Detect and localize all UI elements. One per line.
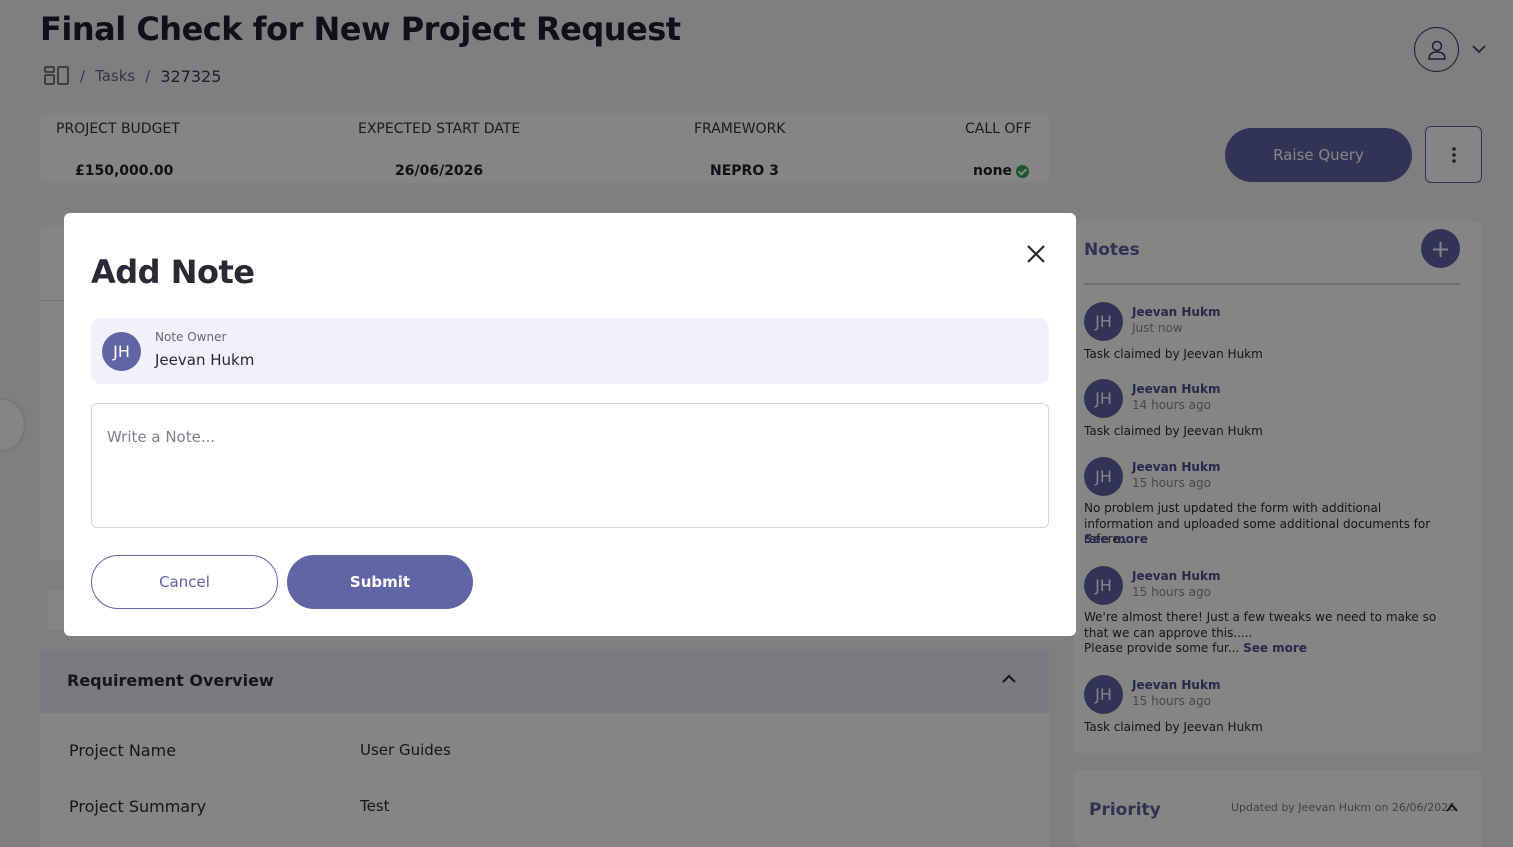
close-icon[interactable] bbox=[1024, 242, 1048, 266]
note-owner-box: JH Note Owner Jeevan Hukm bbox=[91, 318, 1049, 384]
note-owner-name: Jeevan Hukm bbox=[155, 351, 255, 369]
avatar: JH bbox=[102, 332, 141, 371]
submit-button[interactable]: Submit bbox=[287, 555, 473, 609]
note-owner-label: Note Owner bbox=[155, 330, 227, 344]
add-note-modal: Add Note JH Note Owner Jeevan Hukm Cance… bbox=[64, 213, 1076, 636]
modal-title: Add Note bbox=[91, 253, 255, 291]
cancel-button[interactable]: Cancel bbox=[91, 555, 278, 609]
note-input[interactable] bbox=[91, 403, 1049, 528]
